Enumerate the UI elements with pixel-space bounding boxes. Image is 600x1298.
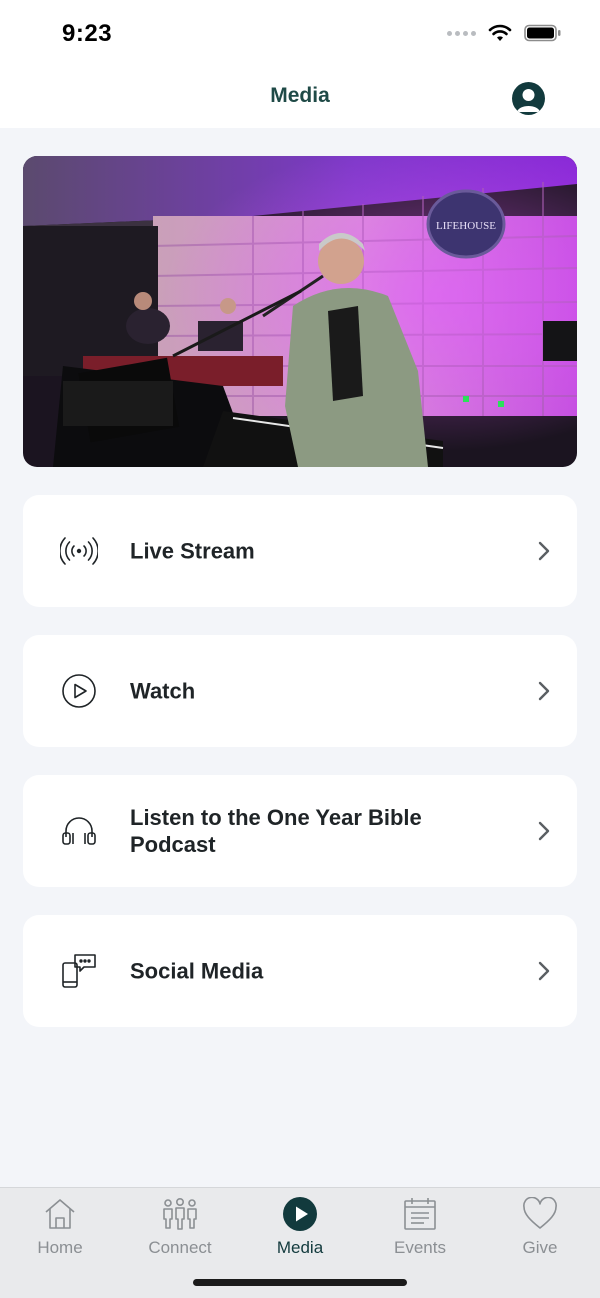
menu-item-label: Listen to the One Year Bible Podcast [130,805,422,857]
media-menu-list: Live Stream Watch Listen to the One Year… [23,495,577,1055]
stage-sign-text: LIFEHOUSE [436,220,496,232]
menu-item-label: Live Stream [130,538,255,564]
tab-events[interactable]: Events [360,1188,480,1268]
page-title: Media [270,84,330,107]
hero-image: LIFEHOUSE [23,156,577,467]
menu-item-watch[interactable]: Watch [23,635,577,747]
user-avatar-icon [517,89,540,112]
house-icon [40,1194,80,1234]
tab-home[interactable]: Home [0,1188,120,1268]
chevron-right-icon [538,961,550,981]
profile-button[interactable] [512,82,545,115]
tab-label: Give [522,1238,558,1257]
broadcast-icon [60,532,98,570]
chevron-right-icon [538,821,550,841]
menu-item-label: Watch [130,678,196,704]
social-phone-chat-icon [60,952,98,990]
menu-item-label: Social Media [130,958,264,984]
home-indicator[interactable] [193,1279,407,1286]
cellular-signal-icon [447,30,476,36]
status-icons [447,24,562,42]
wifi-icon [488,24,512,41]
play-circle-icon [60,672,98,710]
tab-give[interactable]: Give [480,1188,600,1268]
menu-item-live-stream[interactable]: Live Stream [23,495,577,607]
headphones-icon [60,812,98,850]
tab-label: Connect [148,1238,212,1257]
play-button-icon [280,1194,320,1234]
chevron-right-icon [538,541,550,561]
nav-header: Media [0,68,600,128]
tab-media[interactable]: Media [240,1188,360,1268]
people-group-icon [160,1194,200,1234]
status-bar: 9:23 [0,0,600,68]
menu-item-podcast[interactable]: Listen to the One Year Bible Podcast [23,775,577,887]
heart-icon [520,1194,560,1234]
worship-stage-photo: LIFEHOUSE [23,156,577,467]
battery-icon [524,24,561,42]
menu-item-social-media[interactable]: Social Media [23,915,577,1027]
status-time: 9:23 [62,20,113,47]
tab-label: Home [37,1238,83,1257]
chevron-right-icon [538,681,550,701]
calendar-list-icon [400,1194,440,1234]
tab-connect[interactable]: Connect [120,1188,240,1268]
tab-label: Events [394,1238,446,1257]
tab-label: Media [276,1238,324,1257]
